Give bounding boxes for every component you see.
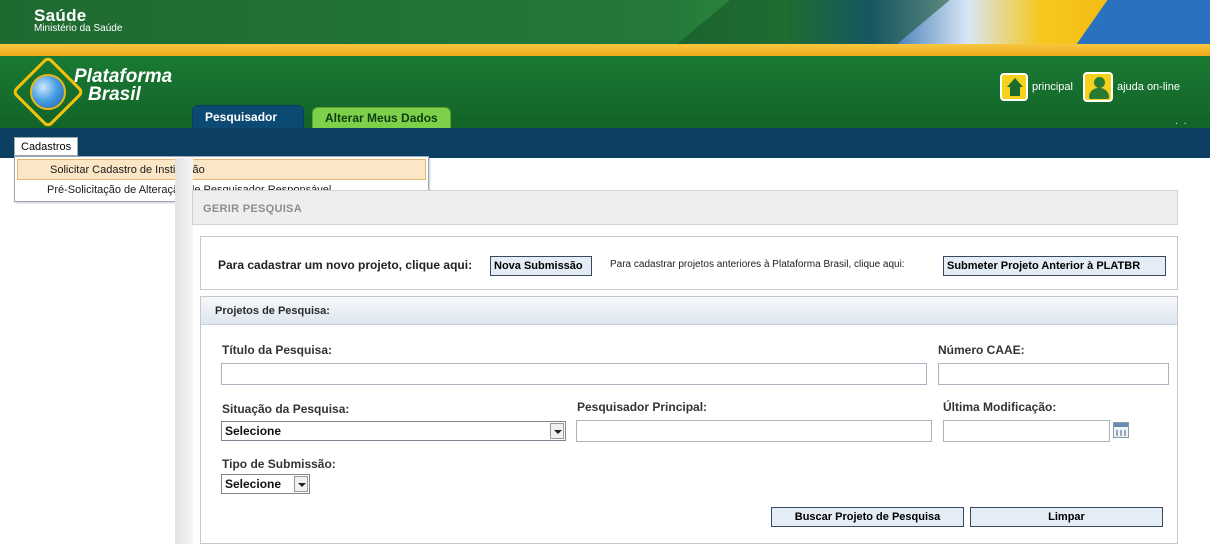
projetos-title: Projetos de Pesquisa: [215,305,330,317]
projetos-header: Projetos de Pesquisa: [201,297,1177,325]
logo-globe-icon [30,74,66,110]
top-links: principal ajuda on-line [1000,72,1180,102]
pesquisador-label: Pesquisador Principal: [577,400,708,414]
menu-cadastros[interactable]: Cadastros [14,137,79,156]
help-link[interactable]: ajuda on-line [1117,81,1180,93]
situacao-select[interactable]: Selecione [221,421,566,441]
submeter-projeto-anterior-button[interactable]: Submeter Projeto Anterior à PLATBR [943,256,1166,276]
gov-bar-decoration-2 [1058,0,1210,44]
menu-item-solicitar-cadastro-instituicao[interactable]: Solicitar Cadastro de Instituição [17,159,426,180]
chevron-down-icon[interactable] [550,423,564,439]
gov-bar-subtitle: Ministério da Saúde [34,23,123,34]
header-dots: .. [1175,116,1193,127]
tipo-submissao-selected-value: Selecione [225,477,282,491]
help-user-icon[interactable] [1082,72,1113,102]
tab-pesquisador[interactable]: Pesquisador [192,105,304,128]
gov-bar-decoration [646,0,974,44]
calendar-icon[interactable] [1113,422,1129,438]
new-project-text: Para cadastrar um novo projeto, clique a… [218,258,473,272]
old-project-text: Para cadastrar projetos anteriores à Pla… [610,259,905,270]
pesquisador-input[interactable] [576,420,932,442]
submission-box: Para cadastrar um novo projeto, clique a… [200,236,1178,290]
gov-top-bar: Saúde Ministério da Saúde [0,0,1210,44]
logo-text-2: Brasil [88,84,141,105]
home-link[interactable]: principal [1032,81,1073,93]
titulo-input[interactable] [221,363,927,385]
tipo-submissao-select[interactable]: Selecione [221,474,310,494]
situacao-label: Situação da Pesquisa: [222,402,350,416]
ultima-modificacao-label: Última Modificação: [943,400,1057,414]
menu-bar [0,128,1210,158]
buscar-projeto-button[interactable]: Buscar Projeto de Pesquisa [771,507,964,527]
gerir-pesquisa-title: GERIR PESQUISA [203,203,302,215]
content-left-shadow [175,158,193,544]
tab-alterar-meus-dados[interactable]: Alterar Meus Dados [312,107,451,128]
titulo-label: Título da Pesquisa: [222,343,333,357]
plataforma-brasil-logo[interactable]: Plataforma Brasil [11,55,188,129]
caae-label: Número CAAE: [938,343,1025,357]
tipo-submissao-label: Tipo de Submissão: [222,457,336,471]
home-icon[interactable] [1000,73,1028,101]
limpar-button[interactable]: Limpar [970,507,1163,527]
gold-divider [0,44,1210,56]
ultima-modificacao-input[interactable] [943,420,1110,442]
gerir-pesquisa-panel: GERIR PESQUISA [192,190,1178,225]
situacao-selected-value: Selecione [225,424,282,438]
caae-input[interactable] [938,363,1169,385]
chevron-down-icon[interactable] [294,476,308,492]
nova-submissao-button[interactable]: Nova Submissão [490,256,592,276]
